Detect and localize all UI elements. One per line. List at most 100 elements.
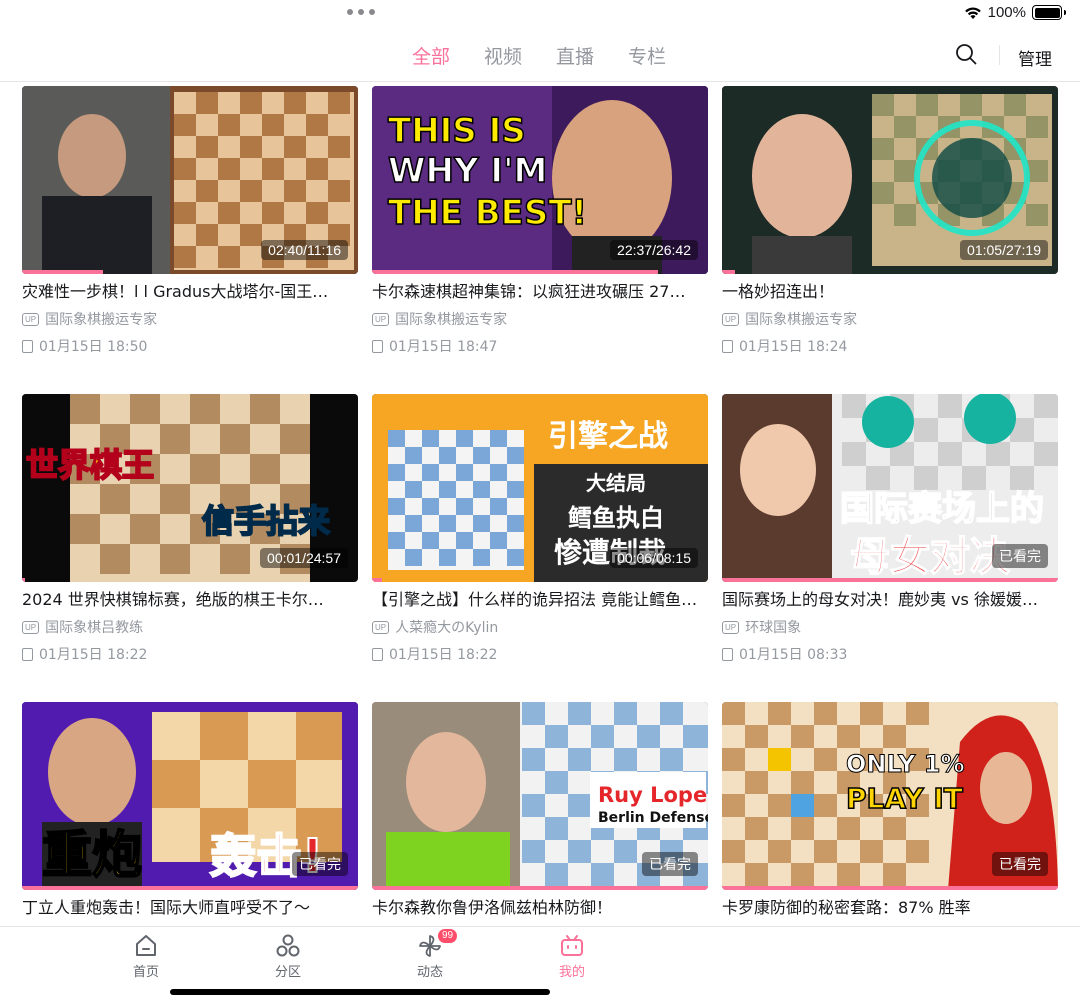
video-card[interactable]: 02:40/11:16 灾难性一步棋！l l Gradus大战塔尔-国王… UP… (22, 86, 358, 356)
notification-badge: 99 (438, 929, 458, 943)
uploader-row: UP 国际象棋搬运专家 (372, 309, 708, 329)
video-title[interactable]: 丁立人重炮轰击！国际大师直呼受不了～ (22, 898, 358, 918)
tab-video[interactable]: 视频 (484, 42, 522, 69)
watch-date: 01月15日 18:24 (739, 339, 848, 355)
home-indicator (170, 989, 550, 995)
status-bar: 100% (964, 4, 1066, 21)
video-card[interactable]: 重炮 轰击! 已看完 丁立人重炮轰击！国际大师直呼受不了～ (22, 702, 358, 918)
watch-progress (22, 578, 26, 582)
home-icon (136, 935, 156, 956)
svg-text:母女对决: 母女对决 (850, 534, 1010, 580)
video-card[interactable]: Ruy Lopez Berlin Defense 已看完 卡尔森教你鲁伊洛佩兹柏… (372, 702, 708, 918)
tab-column[interactable]: 专栏 (628, 42, 666, 69)
uploader-name[interactable]: 环球国象 (745, 617, 801, 637)
video-title[interactable]: 一格妙招连出！ (722, 282, 1058, 302)
video-thumbnail[interactable]: THIS IS WHY I'M THE BEST! 22:37/26:42 (372, 86, 708, 274)
watched-label: 已看完 (992, 852, 1048, 876)
multitask-dots[interactable] (347, 9, 375, 15)
video-thumbnail[interactable]: 02:40/11:16 (22, 86, 358, 274)
video-thumbnail[interactable]: 重炮 轰击! 已看完 (22, 702, 358, 890)
filter-tabs: 全部 视频 直播 专栏 (412, 42, 666, 69)
video-card[interactable]: 国际赛场上的 母女对决 已看完 国际赛场上的母女对决！鹿妙夷 vs 徐媛媛… U… (722, 394, 1058, 664)
nav-category-label: 分区 (274, 965, 301, 980)
watch-progress (372, 270, 658, 274)
up-icon: UP (22, 620, 40, 634)
up-icon: UP (722, 620, 740, 634)
nav-home[interactable]: 首页 (116, 933, 176, 980)
category-icon (276, 934, 300, 957)
video-card[interactable]: THIS IS WHY I'M THE BEST! 22:37/26:42 卡尔… (372, 86, 708, 356)
uploader-name[interactable]: 人菜瘾大のKylin (395, 617, 498, 637)
video-card[interactable]: 01:05/27:19 一格妙招连出！ UP 国际象棋搬运专家 01月15日 18… (722, 86, 1058, 356)
duration-label: 00:06/08:15 (610, 548, 698, 568)
nav-home-label: 首页 (132, 965, 159, 980)
watch-date: 01月15日 18:47 (389, 339, 498, 355)
manage-button[interactable]: 管理 (1018, 45, 1052, 70)
video-title[interactable]: 【引擎之战】什么样的诡异招法 竟能让鳕鱼… (372, 590, 708, 610)
nav-dynamic[interactable]: 99 动态 (400, 929, 460, 980)
svg-text:信手拈来: 信手拈来 (202, 502, 330, 540)
video-thumbnail[interactable]: ONLY 1% PLAY IT 已看完 (722, 702, 1058, 890)
nav-category[interactable]: 分区 (258, 933, 318, 980)
uploader-row: UP 人菜瘾大のKylin (372, 617, 708, 637)
video-thumbnail[interactable]: 世界棋王 信手拈来 00:01/24:57 (22, 394, 358, 582)
uploader-name[interactable]: 国际象棋搬运专家 (395, 309, 507, 329)
svg-text:Berlin Defense: Berlin Defense (598, 810, 708, 826)
device-icon (22, 339, 33, 353)
device-icon (722, 339, 733, 353)
duration-label: 01:05/27:19 (960, 240, 1048, 260)
uploader-name[interactable]: 国际象棋搬运专家 (745, 309, 857, 329)
duration-label: 02:40/11:16 (261, 240, 348, 260)
history-grid: 02:40/11:16 灾难性一步棋！l l Gradus大战塔尔-国王… UP… (22, 86, 1058, 918)
watched-label: 已看完 (292, 852, 348, 876)
watch-progress (722, 270, 736, 274)
video-title[interactable]: 卡尔森教你鲁伊洛佩兹柏林防御！ (372, 898, 708, 918)
svg-text:ONLY 1%: ONLY 1% (846, 750, 965, 778)
video-thumbnail[interactable]: Ruy Lopez Berlin Defense 已看完 (372, 702, 708, 890)
uploader-name[interactable]: 国际象棋吕教练 (45, 617, 143, 637)
uploader-name[interactable]: 国际象棋搬运专家 (45, 309, 157, 329)
search-icon[interactable] (955, 43, 977, 65)
video-card[interactable]: ONLY 1% PLAY IT 已看完 卡罗康防御的秘密套路：87% 胜率 (722, 702, 1058, 918)
watched-label: 已看完 (642, 852, 698, 876)
up-icon: UP (22, 312, 40, 326)
svg-text:引擎之战: 引擎之战 (548, 419, 668, 454)
device-icon (722, 647, 733, 661)
svg-text:PLAY IT: PLAY IT (846, 782, 963, 815)
uploader-row: UP 国际象棋吕教练 (22, 617, 358, 637)
svg-text:重炮: 重炮 (42, 826, 142, 884)
video-card[interactable]: 引擎之战 大结局 鳕鱼执白 惨遭制裁 00:06/08:15 【引擎之战】什么样… (372, 394, 708, 664)
svg-text:Ruy Lopez: Ruy Lopez (598, 783, 708, 807)
watch-progress (372, 578, 383, 582)
watch-date: 01月15日 18:50 (39, 339, 148, 355)
video-thumbnail[interactable]: 引擎之战 大结局 鳕鱼执白 惨遭制裁 00:06/08:15 (372, 394, 708, 582)
uploader-row: UP 环球国象 (722, 617, 1058, 637)
watch-progress (22, 270, 103, 274)
svg-text:国际赛场上的: 国际赛场上的 (840, 489, 1044, 529)
date-row: 01月15日 18:50 (22, 336, 358, 356)
video-card[interactable]: 世界棋王 信手拈来 00:01/24:57 2024 世界快棋锦标赛，绝版的棋王… (22, 394, 358, 664)
watch-progress (22, 886, 358, 890)
video-title[interactable]: 国际赛场上的母女对决！鹿妙夷 vs 徐媛媛… (722, 590, 1058, 610)
device-icon (372, 339, 383, 353)
video-title[interactable]: 卡尔森速棋超神集锦：以疯狂进攻碾压 27… (372, 282, 708, 302)
watch-date: 01月15日 18:22 (389, 647, 498, 663)
nav-mine-label: 我的 (558, 965, 585, 980)
nav-mine[interactable]: 我的 (542, 933, 602, 980)
svg-text:大结局: 大结局 (586, 471, 646, 495)
duration-label: 00:01/24:57 (260, 548, 348, 568)
duration-label: 已看完 (992, 544, 1048, 568)
battery-icon (1032, 5, 1066, 20)
wifi-icon (964, 7, 981, 19)
video-title[interactable]: 卡罗康防御的秘密套路：87% 胜率 (722, 898, 1058, 918)
tab-live[interactable]: 直播 (556, 42, 594, 69)
svg-text:世界棋王: 世界棋王 (26, 446, 154, 484)
video-thumbnail[interactable]: 国际赛场上的 母女对决 已看完 (722, 394, 1058, 582)
video-title[interactable]: 2024 世界快棋锦标赛，绝版的棋王卡尔… (22, 590, 358, 610)
video-title[interactable]: 灾难性一步棋！l l Gradus大战塔尔-国王… (22, 282, 358, 302)
video-thumbnail[interactable]: 01:05/27:19 (722, 86, 1058, 274)
uploader-row: UP 国际象棋搬运专家 (722, 309, 1058, 329)
svg-text:WHY I'M: WHY I'M (388, 151, 547, 191)
tab-all[interactable]: 全部 (412, 42, 450, 69)
watch-progress (722, 886, 1058, 890)
